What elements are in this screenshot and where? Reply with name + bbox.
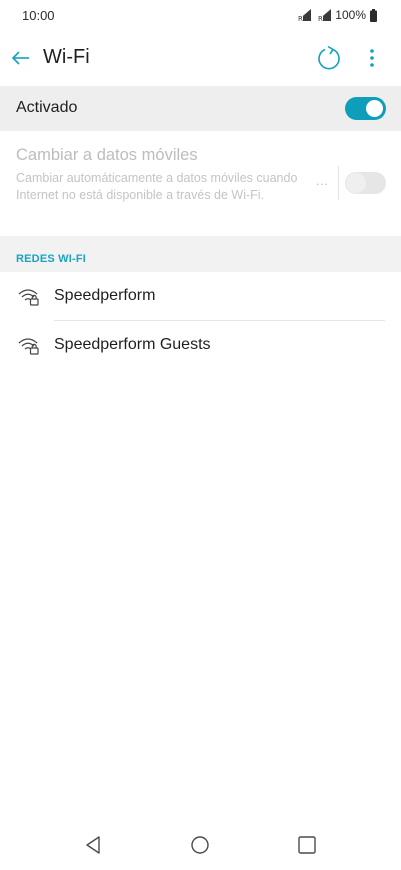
- wifi-master-switch-row[interactable]: Activado: [0, 86, 401, 131]
- wifi-toggle[interactable]: [345, 97, 386, 120]
- battery-icon: [370, 8, 377, 22]
- back-arrow-icon[interactable]: [11, 48, 31, 68]
- list-divider: [54, 320, 385, 321]
- signal-label-2: R: [318, 15, 323, 22]
- mobile-data-title: Cambiar a datos móviles: [16, 146, 198, 164]
- toggle-knob: [366, 100, 383, 117]
- vertical-divider: [338, 166, 339, 200]
- wifi-lock-icon: [18, 289, 39, 306]
- status-time: 10:00: [22, 8, 55, 23]
- status-icons: R R 100%: [295, 7, 377, 23]
- refresh-icon[interactable]: [316, 45, 342, 71]
- wifi-master-label: Activado: [16, 99, 78, 116]
- network-item[interactable]: Speedperform Guests: [0, 322, 401, 370]
- signal-icon: R R: [297, 9, 332, 22]
- recents-nav-icon[interactable]: [296, 834, 318, 856]
- networks-section-label: REDES WI-FI: [16, 253, 87, 265]
- mobile-data-toggle: [345, 172, 386, 194]
- back-nav-icon[interactable]: [83, 834, 105, 856]
- battery-percent: 100%: [335, 8, 366, 22]
- network-name: Speedperform Guests: [54, 336, 211, 353]
- mobile-data-more-icon: ...: [316, 174, 330, 188]
- mobile-data-description: Cambiar automáticamente a datos móviles …: [16, 171, 298, 202]
- app-bar: Wi-Fi: [0, 32, 401, 84]
- more-options-icon[interactable]: [362, 46, 382, 70]
- network-item[interactable]: Speedperform: [0, 273, 401, 321]
- navigation-bar: [0, 820, 401, 870]
- signal-label-1: R: [298, 15, 303, 22]
- wifi-lock-icon: [18, 338, 39, 355]
- toggle-knob: [346, 173, 366, 193]
- mobile-data-switch-row: Cambiar a datos móviles Cambiar automáti…: [0, 144, 401, 228]
- home-nav-icon[interactable]: [189, 834, 211, 856]
- status-bar: 10:00 R R 100%: [0, 0, 401, 32]
- networks-section-header: REDES WI-FI: [0, 236, 401, 272]
- network-name: Speedperform: [54, 287, 156, 304]
- page-title: Wi-Fi: [43, 46, 90, 68]
